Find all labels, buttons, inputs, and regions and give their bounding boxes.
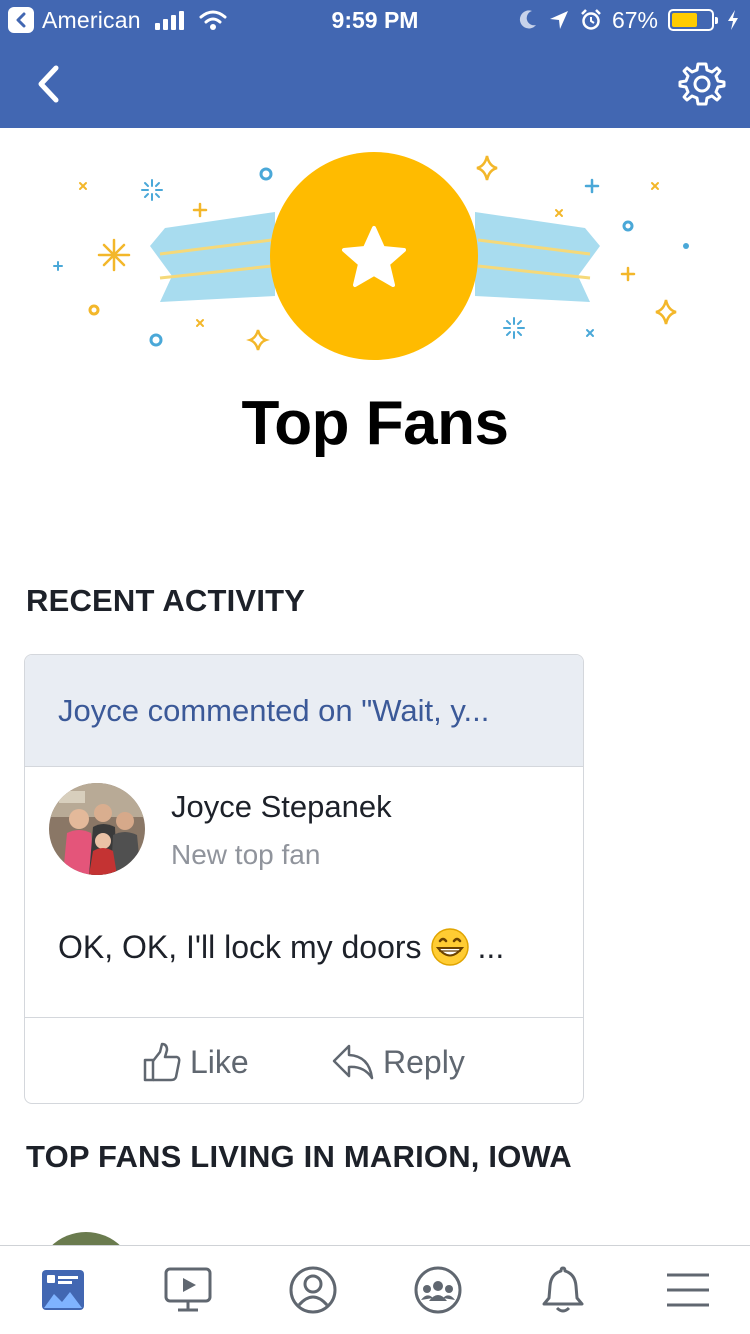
- top-fan-badge-illustration: [0, 128, 750, 378]
- activity-summary-link[interactable]: Joyce commented on "Wait, y...: [58, 693, 489, 729]
- ribbon-right: [475, 212, 600, 302]
- gear-icon[interactable]: [676, 58, 728, 110]
- battery-icon: [668, 9, 718, 31]
- activity-actions: Like Reply: [25, 1017, 583, 1103]
- avatar[interactable]: [49, 783, 145, 875]
- bottom-tab-bar: [0, 1245, 750, 1334]
- nav-bar: [0, 40, 750, 128]
- news-feed-icon[interactable]: [33, 1262, 93, 1318]
- comment-text[interactable]: OK, OK, I'll lock my doors ...: [58, 927, 504, 967]
- fan-name[interactable]: Joyce Stepanek: [171, 789, 392, 825]
- comment-body: OK, OK, I'll lock my doors: [58, 928, 422, 965]
- battery-fill: [672, 13, 698, 27]
- menu-icon[interactable]: [658, 1262, 718, 1318]
- fan-status: New top fan: [171, 839, 321, 870]
- notifications-bell-icon[interactable]: [533, 1262, 593, 1318]
- status-bar: American 9:59 PM 67%: [0, 0, 750, 40]
- reply-label: Reply: [383, 1043, 465, 1080]
- comment-ellipsis: ...: [477, 928, 505, 965]
- local-top-fans-heading: TOP FANS LIVING IN MARION, IOWA: [26, 1139, 572, 1174]
- ribbon-left: [150, 212, 275, 302]
- like-label: Like: [190, 1043, 249, 1080]
- like-button[interactable]: Like: [142, 1040, 249, 1084]
- profile-icon[interactable]: [283, 1262, 343, 1318]
- battery-percent: 67%: [611, 6, 658, 33]
- groups-icon[interactable]: [408, 1262, 468, 1318]
- moon-icon: [519, 10, 536, 29]
- chevron-left-icon[interactable]: [28, 60, 68, 108]
- charging-bolt-icon: [728, 10, 738, 30]
- watch-video-icon[interactable]: [158, 1262, 218, 1318]
- recent-activity-heading: RECENT ACTIVITY: [26, 583, 306, 618]
- activity-card-header[interactable]: Joyce commented on "Wait, y...: [25, 655, 583, 767]
- alarm-icon: [581, 9, 601, 30]
- fan-row: Joyce Stepanek New top fan OK, OK, I'll …: [25, 767, 583, 1017]
- grinning-emoji-icon: [430, 928, 469, 966]
- location-arrow-icon: [549, 11, 568, 29]
- reply-arrow-icon: [332, 1044, 374, 1080]
- page-title: Top Fans: [241, 389, 509, 458]
- thumbs-up-icon: [143, 1042, 181, 1082]
- reply-button[interactable]: Reply: [331, 1040, 465, 1084]
- activity-card: Joyce commented on "Wait, y... Joyce Ste…: [24, 654, 584, 1104]
